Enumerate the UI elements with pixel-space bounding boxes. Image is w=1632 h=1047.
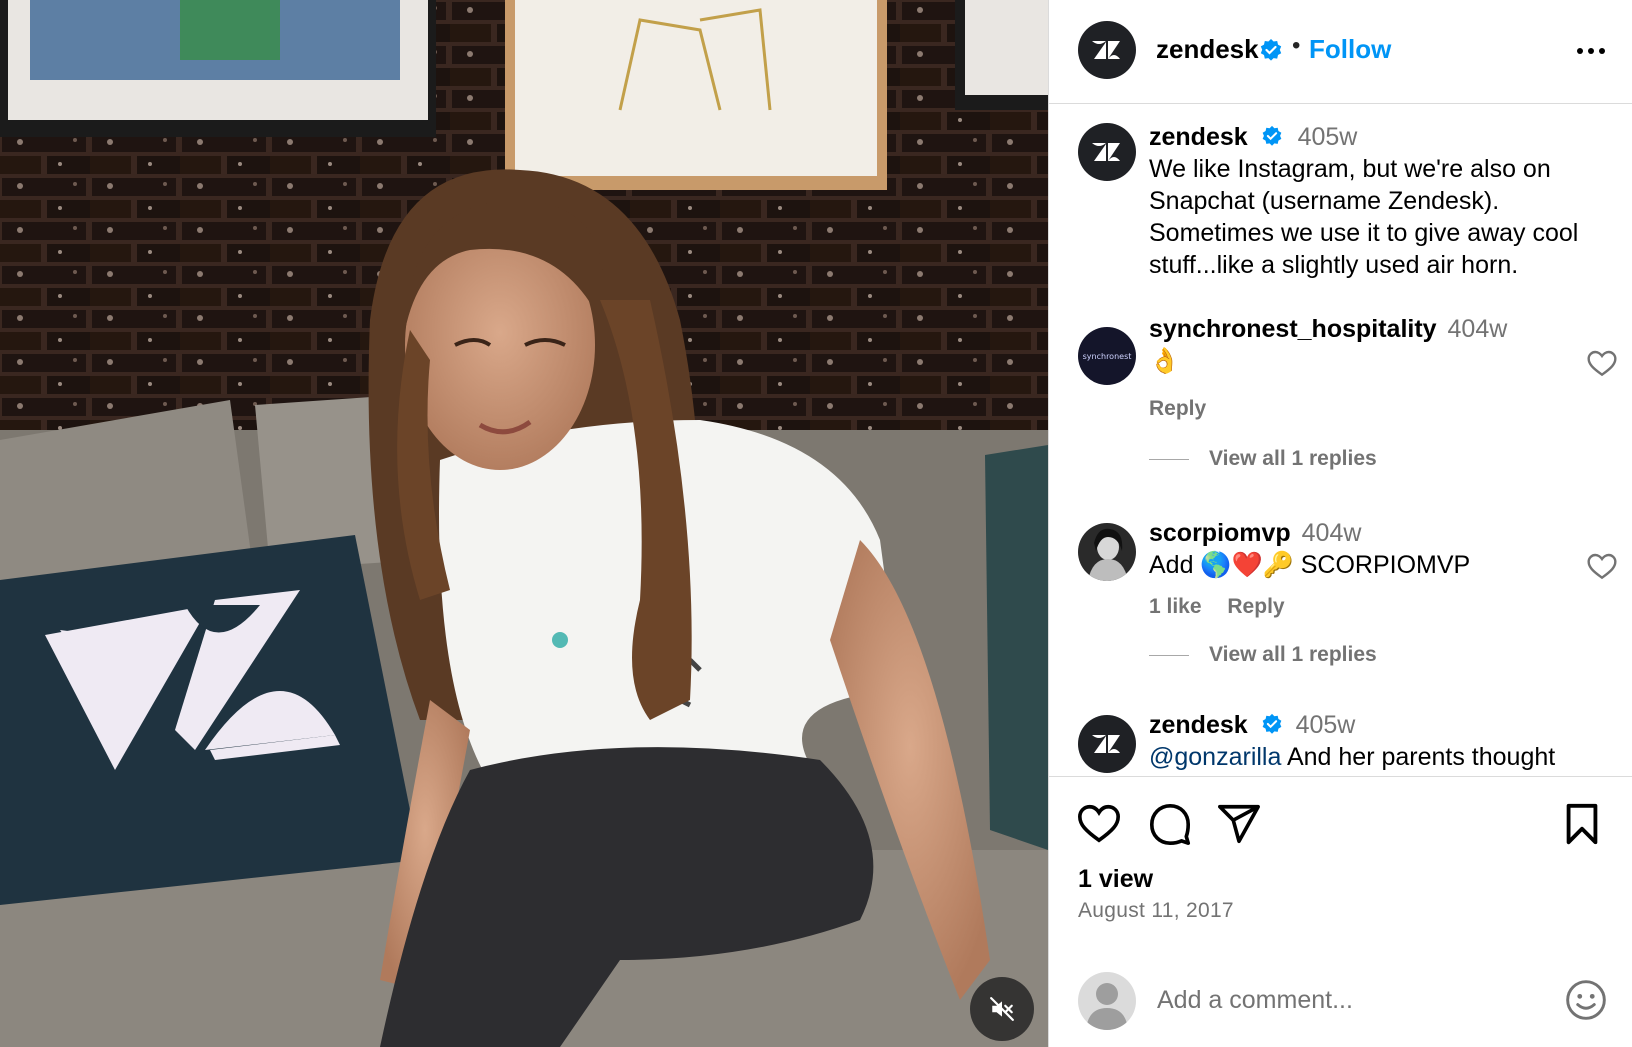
comments-list[interactable]: zendesk 405w We like Instagram, but we'r… [1049, 105, 1632, 775]
caption-author-avatar[interactable] [1078, 123, 1136, 181]
comment-meta: 1 like Reply [1149, 591, 1589, 623]
replies-divider [1149, 654, 1189, 656]
caption-text: We like Instagram, but we're also on Sna… [1149, 155, 1579, 279]
comment-time[interactable]: 404w [1448, 315, 1508, 343]
post-date: August 11, 2017 [1078, 899, 1234, 922]
comment-body: scorpiomvp 404w Add 🌎❤️🔑 SCORPIOMVP 1 li… [1149, 517, 1589, 623]
comment-input[interactable] [1157, 977, 1537, 1023]
mute-icon [990, 997, 1014, 1021]
heart-icon[interactable] [1076, 801, 1122, 847]
comment-mention-link[interactable]: @gonzarilla [1149, 743, 1281, 771]
view-replies-label: View all 1 replies [1209, 643, 1377, 666]
verified-badge-icon [1262, 714, 1281, 735]
mute-button[interactable] [970, 977, 1034, 1041]
default-avatar-icon [1086, 983, 1128, 1030]
comment-likes[interactable]: 1 like [1149, 595, 1202, 618]
replies-divider [1149, 458, 1189, 460]
commenter-avatar[interactable] [1078, 523, 1136, 581]
post-actions: 1 view August 11, 2017 [1049, 776, 1632, 946]
more-icon [1577, 48, 1583, 54]
comment-meta: Reply [1149, 393, 1589, 425]
commenter-avatar-text: synchronest [1082, 351, 1132, 361]
comment-text: Add 🌎❤️🔑 SCORPIOMVP [1149, 551, 1471, 579]
bookmark-icon[interactable] [1559, 801, 1605, 847]
view-replies-button[interactable]: View all 1 replies [1149, 447, 1377, 471]
comment-text: 👌 [1149, 347, 1181, 375]
verified-badge-icon [1262, 126, 1281, 147]
comment-body: synchronest_hospitality 404w 👌 Reply [1149, 313, 1589, 425]
post-media[interactable] [0, 0, 1048, 1047]
comment-text: And her parents thought [1281, 743, 1556, 771]
heart-icon[interactable] [1586, 348, 1618, 380]
commenter-username[interactable]: zendesk [1149, 711, 1248, 739]
commenter-username[interactable]: synchronest_hospitality [1149, 315, 1437, 343]
verified-badge-icon [1260, 39, 1282, 61]
zendesk-logo-icon [1092, 143, 1120, 161]
commenter-avatar-image [1078, 523, 1136, 581]
comment-body: zendesk 405w @gonzarilla And her parents… [1149, 709, 1589, 773]
view-replies-label: View all 1 replies [1209, 447, 1377, 470]
heart-icon[interactable] [1586, 551, 1618, 583]
more-icon-dot [1588, 48, 1594, 54]
caption-author[interactable]: zendesk [1149, 123, 1248, 151]
commenter-username[interactable]: scorpiomvp [1149, 519, 1291, 547]
reply-button[interactable]: Reply [1227, 595, 1284, 618]
add-comment-bar [1049, 947, 1632, 1047]
view-count[interactable]: 1 view [1078, 865, 1153, 894]
video-frame [0, 0, 1048, 1047]
zendesk-logo-icon [1092, 41, 1120, 59]
share-icon[interactable] [1216, 801, 1262, 847]
current-user-avatar [1078, 972, 1136, 1030]
reply-button[interactable]: Reply [1149, 397, 1206, 420]
emoji-icon[interactable] [1564, 978, 1608, 1022]
caption-body: zendesk 405w We like Instagram, but we'r… [1149, 121, 1589, 281]
zendesk-logo-icon [1092, 735, 1120, 753]
caption-time[interactable]: 405w [1298, 123, 1358, 151]
comment-time[interactable]: 405w [1296, 711, 1356, 739]
author-username[interactable]: zendesk [1156, 34, 1259, 65]
comment-icon[interactable] [1147, 801, 1193, 847]
post-header: zendesk • Follow [1049, 0, 1632, 104]
view-replies-button[interactable]: View all 1 replies [1149, 643, 1377, 667]
post-side-panel: zendesk • Follow zendesk 405w We like In… [1048, 0, 1632, 1047]
comment-time[interactable]: 404w [1302, 519, 1362, 547]
more-icon-dot [1599, 48, 1605, 54]
author-avatar[interactable] [1078, 21, 1136, 79]
follow-button[interactable]: Follow [1309, 34, 1391, 65]
separator-dot: • [1292, 32, 1301, 59]
more-options-button[interactable] [1571, 36, 1611, 66]
commenter-avatar[interactable] [1078, 715, 1136, 773]
commenter-avatar[interactable]: synchronest [1078, 327, 1136, 385]
